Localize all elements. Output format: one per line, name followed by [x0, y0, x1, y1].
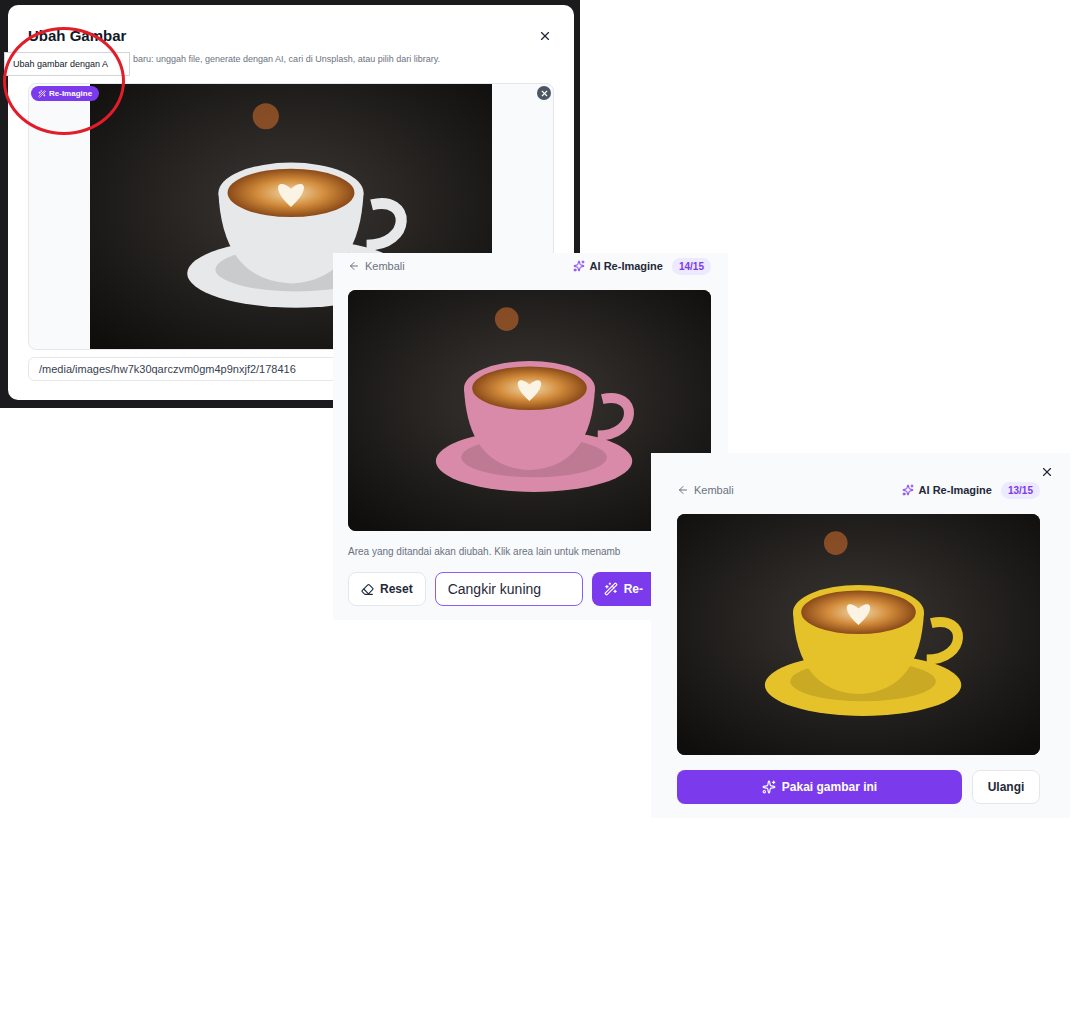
header-title-group: AI Re-Imagine 13/15	[902, 482, 1040, 499]
result-panel-header: Kembali AI Re-Imagine 13/15	[677, 479, 1040, 501]
back-button[interactable]: Kembali	[348, 260, 405, 272]
remove-image-button[interactable]	[537, 86, 551, 100]
back-button[interactable]: Kembali	[677, 484, 734, 496]
panel-title: AI Re-Imagine	[590, 260, 663, 272]
prompt-input[interactable]: Cangkir kuning	[435, 572, 583, 606]
wand-icon	[604, 582, 618, 596]
sparkles-icon	[762, 780, 776, 794]
dialog-header: Ubah Gambar	[28, 27, 554, 45]
use-image-button[interactable]: Pakai gambar ini	[677, 770, 962, 804]
eraser-icon	[361, 583, 374, 596]
arrow-left-icon	[677, 484, 689, 496]
panel-title: AI Re-Imagine	[919, 484, 992, 496]
annotation-circle	[3, 27, 125, 135]
close-button[interactable]	[1038, 463, 1056, 481]
result-photo	[677, 514, 1040, 755]
quota-badge: 13/15	[1001, 482, 1040, 499]
quota-badge: 14/15	[672, 258, 711, 275]
tooltip: Ubah gambar dengan A	[4, 52, 130, 76]
sparkles-icon	[573, 260, 585, 272]
close-button[interactable]	[536, 27, 554, 45]
reimagine-badge[interactable]: Re-Imagine	[31, 86, 99, 101]
header-title-group: AI Re-Imagine 14/15	[573, 258, 711, 275]
sparkles-icon	[902, 484, 914, 496]
wand-icon	[38, 90, 46, 98]
retry-button[interactable]: Ulangi	[972, 770, 1040, 804]
result-photo-image	[677, 514, 1040, 755]
dialog-title: Ubah Gambar	[28, 27, 126, 45]
close-icon	[538, 29, 552, 43]
remove-icon	[540, 89, 549, 98]
close-icon	[1040, 465, 1054, 479]
reset-button[interactable]: Reset	[348, 572, 426, 606]
result-actions: Pakai gambar ini Ulangi	[677, 770, 1040, 804]
result-panel: Kembali AI Re-Imagine 13/15 Pakai gambar in…	[651, 453, 1070, 818]
mask-panel-header: Kembali AI Re-Imagine 14/15	[348, 255, 711, 277]
canvas: Ubah Gambarbaru: unggah file, generate d…	[0, 0, 1076, 1019]
arrow-left-icon	[348, 260, 360, 272]
